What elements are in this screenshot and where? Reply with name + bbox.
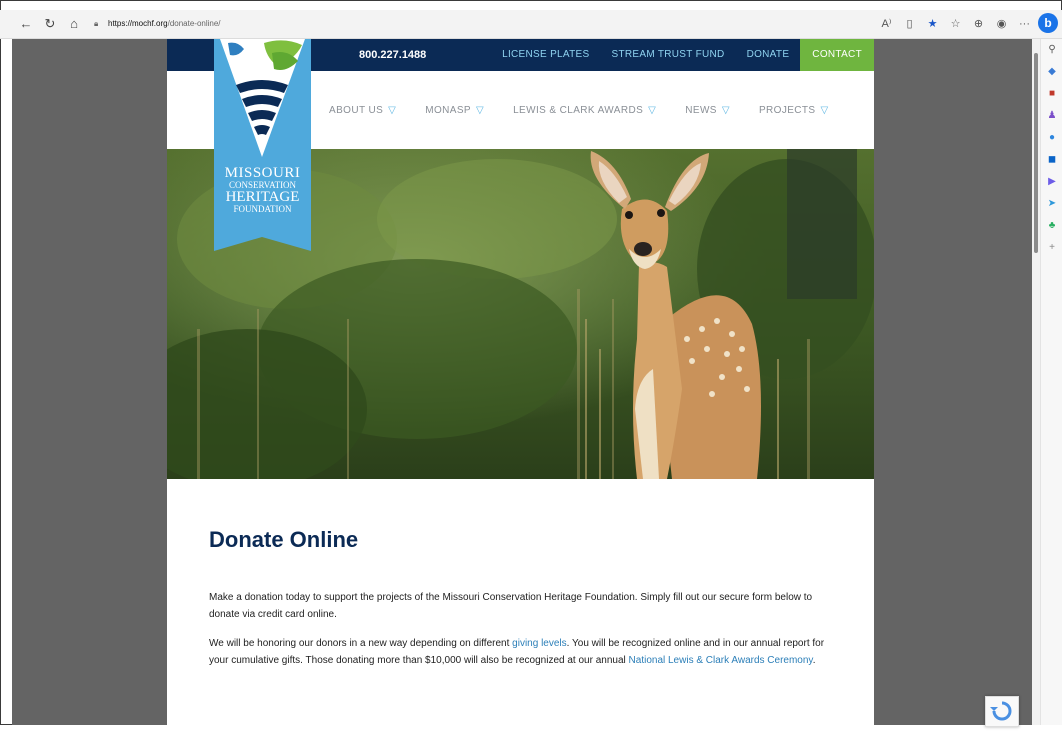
lock-icon: 🔒︎ [94,19,99,28]
stream-trust-fund-link[interactable]: STREAM TRUST FUND [600,39,735,71]
read-aloud-icon[interactable]: A⁾ [875,14,898,34]
nav-label: PROJECTS [758,104,816,116]
top-links: LICENSE PLATES STREAM TRUST FUND DONATE … [491,39,874,71]
nav-label: MONASP [425,104,471,116]
nav-label: NEWS [685,104,717,116]
logo-text: MISSOURI CONSERVATION HERITAGE FOUNDATIO… [214,166,311,214]
page-title: Donate Online [209,527,359,552]
giving-levels-link[interactable]: giving levels [512,638,566,649]
back-arrow-icon[interactable]: ← [16,14,36,34]
toolbar-actions: A⁾ ▯ ★ ☆ ⊕ ◉ ··· [875,14,1036,34]
text: . [812,655,816,666]
favorite-star-icon[interactable]: ★ [921,14,944,34]
awards-ceremony-link[interactable]: National Lewis & Clark Awards Ceremony [629,655,813,666]
tools-briefcase-icon[interactable]: ■ [1041,83,1062,105]
recaptcha-icon [990,701,1012,721]
site-page: 800.227.1488 LICENSE PLATES STREAM TRUST… [167,39,874,725]
contact-button[interactable]: CONTACT [800,39,874,71]
search-icon[interactable]: ⚲ [1041,39,1062,61]
profile-icon[interactable]: ◉ [990,14,1013,34]
url-path: /donate-online/ [167,19,221,28]
address-bar[interactable]: 🔒︎ https://mochf.org/donate-online/ [94,14,862,34]
donor-paragraph: We will be honoring our donors in a new … [209,635,834,669]
office-icon[interactable]: ● [1041,127,1062,149]
text: We will be honoring our donors in a new … [209,638,513,649]
chevron-down-icon: ▽ [475,104,485,116]
logo-line-1: MISSOURI [224,165,301,181]
home-icon[interactable]: ⌂ [64,14,84,34]
scroll-thumb[interactable] [1034,53,1038,253]
bing-chat-icon[interactable]: b [1038,13,1058,33]
logo-line-4: FOUNDATION [233,204,292,214]
favorites-icon[interactable]: ☆ [944,14,967,34]
nav-lewis-clark-awards[interactable]: LEWIS & CLARK AWARDS ▽ [513,105,656,116]
outlook-icon[interactable]: ◼ [1041,149,1062,171]
browser-toolbar: ← ↻ ⌂ 🔒︎ https://mochf.org/donate-online/… [0,10,1062,39]
content-area: Donate Online Make a donation today to s… [209,479,834,669]
url-host: https://mochf.org [108,19,168,28]
intro-paragraph: Make a donation today to support the pro… [209,592,813,620]
page-viewport: 800.227.1488 LICENSE PLATES STREAM TRUST… [12,39,1032,725]
nav-monasp[interactable]: MONASP ▽ [425,105,484,116]
nav-label: ABOUT US [329,104,384,116]
games-icon[interactable]: ♟ [1041,105,1062,127]
send-icon[interactable]: ➤ [1041,193,1062,215]
browser-sidebar: ⚲ ◆ ■ ♟ ● ◼ ▶ ➤ ♣ + [1040,39,1062,725]
immersive-reader-icon[interactable]: ▯ [898,14,921,34]
donate-link[interactable]: DONATE [736,39,801,71]
chevron-down-icon: ▽ [388,104,397,116]
logo-emblem [214,39,311,251]
phone-number[interactable]: 800.227.1488 [359,39,426,71]
license-plates-link[interactable]: LICENSE PLATES [491,39,600,71]
add-icon[interactable]: + [1041,237,1062,259]
nav-label: LEWIS & CLARK AWARDS [513,104,644,116]
shopping-tag-icon[interactable]: ◆ [1041,61,1062,83]
chevron-down-icon: ▽ [721,104,730,116]
nav-news[interactable]: NEWS ▽ [685,105,730,116]
nav-projects[interactable]: PROJECTS ▽ [759,105,829,116]
page-scrollbar[interactable] [1032,39,1040,725]
drop-icon[interactable]: ▶ [1041,171,1062,193]
chevron-down-icon: ▽ [820,104,829,116]
more-icon[interactable]: ··· [1013,14,1036,34]
logo-line-3: HERITAGE [225,189,300,205]
recaptcha-badge[interactable] [985,696,1019,727]
collections-icon[interactable]: ⊕ [967,14,990,34]
refresh-icon[interactable]: ↻ [40,14,60,34]
site-logo[interactable]: MISSOURI CONSERVATION HERITAGE FOUNDATIO… [214,39,311,251]
tree-icon[interactable]: ♣ [1041,215,1062,237]
chevron-down-icon: ▽ [648,104,657,116]
nav-about-us[interactable]: ABOUT US ▽ [329,105,396,116]
